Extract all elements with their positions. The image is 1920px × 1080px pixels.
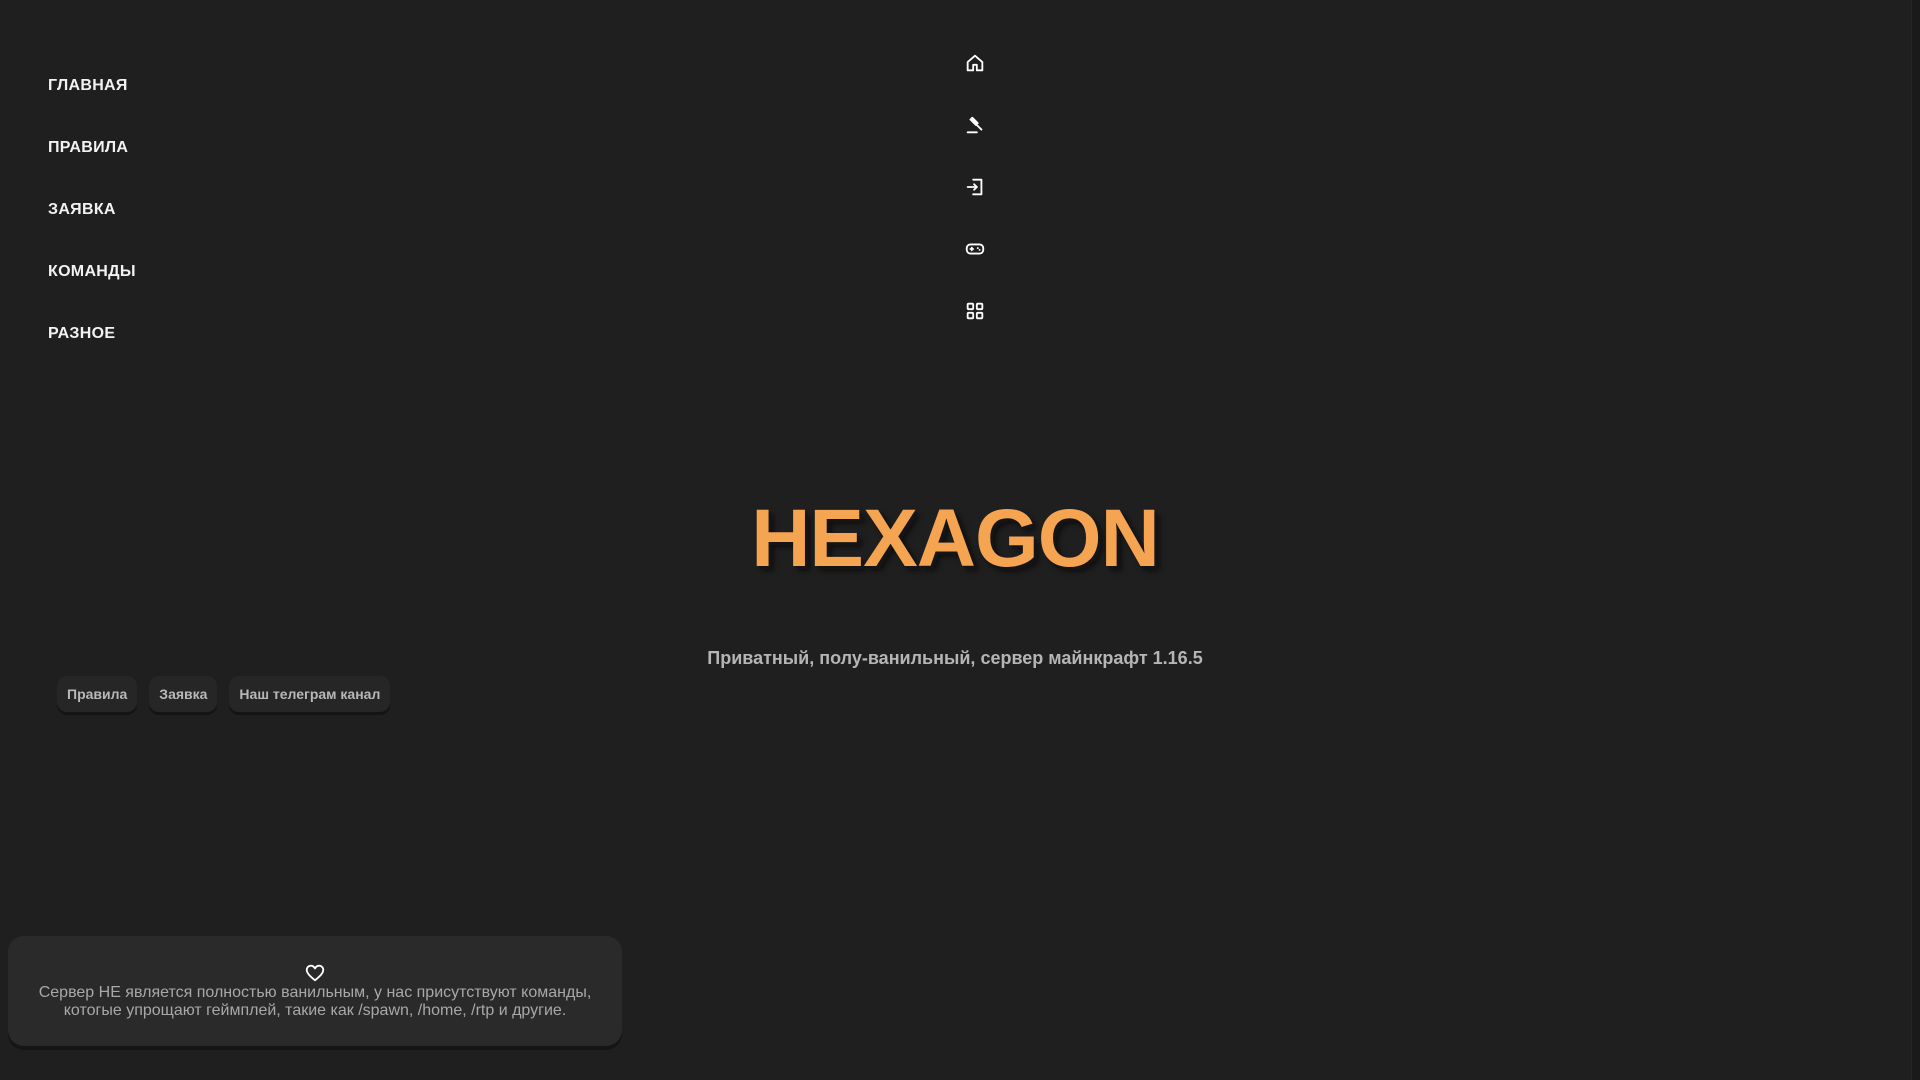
rules-button[interactable]: Правила	[57, 676, 138, 712]
nav-item-home[interactable]: ГЛАВНАЯ	[48, 60, 136, 122]
page-scrollbar[interactable]	[1911, 0, 1920, 1080]
apply-button[interactable]: Заявка	[149, 676, 218, 712]
home-icon[interactable]	[963, 52, 987, 114]
gavel-icon[interactable]	[963, 114, 987, 176]
nav-item-commands[interactable]: КОМАНДЫ	[48, 246, 136, 308]
nav-icon-bar	[963, 52, 987, 362]
login-icon[interactable]	[963, 176, 987, 238]
telegram-button[interactable]: Наш телеграм канал	[229, 676, 391, 712]
heart-icon	[304, 962, 326, 984]
gamepad-icon[interactable]	[963, 238, 987, 300]
nav-item-misc[interactable]: РАЗНОЕ	[48, 308, 136, 370]
info-text: Сервер НЕ является полностью ванильным, …	[38, 984, 592, 1019]
info-card: Сервер НЕ является полностью ванильным, …	[8, 936, 622, 1046]
hero-subtitle: Приватный, полу-ванильный, сервер майнкр…	[707, 648, 1203, 668]
nav-item-apply[interactable]: ЗАЯВКА	[48, 184, 136, 246]
nav-menu: ГЛАВНАЯ ПРАВИЛА ЗАЯВКА КОМАНДЫ РАЗНОЕ	[48, 60, 136, 370]
grid-icon[interactable]	[963, 300, 987, 362]
nav-item-rules[interactable]: ПРАВИЛА	[48, 122, 136, 184]
page: ГЛАВНАЯ ПРАВИЛА ЗАЯВКА КОМАНДЫ РАЗНОЕ HE…	[0, 0, 1920, 1080]
hero-title: HEXAGON	[751, 493, 1160, 584]
quick-links: Правила Заявка Наш телеграм канал	[57, 676, 391, 712]
